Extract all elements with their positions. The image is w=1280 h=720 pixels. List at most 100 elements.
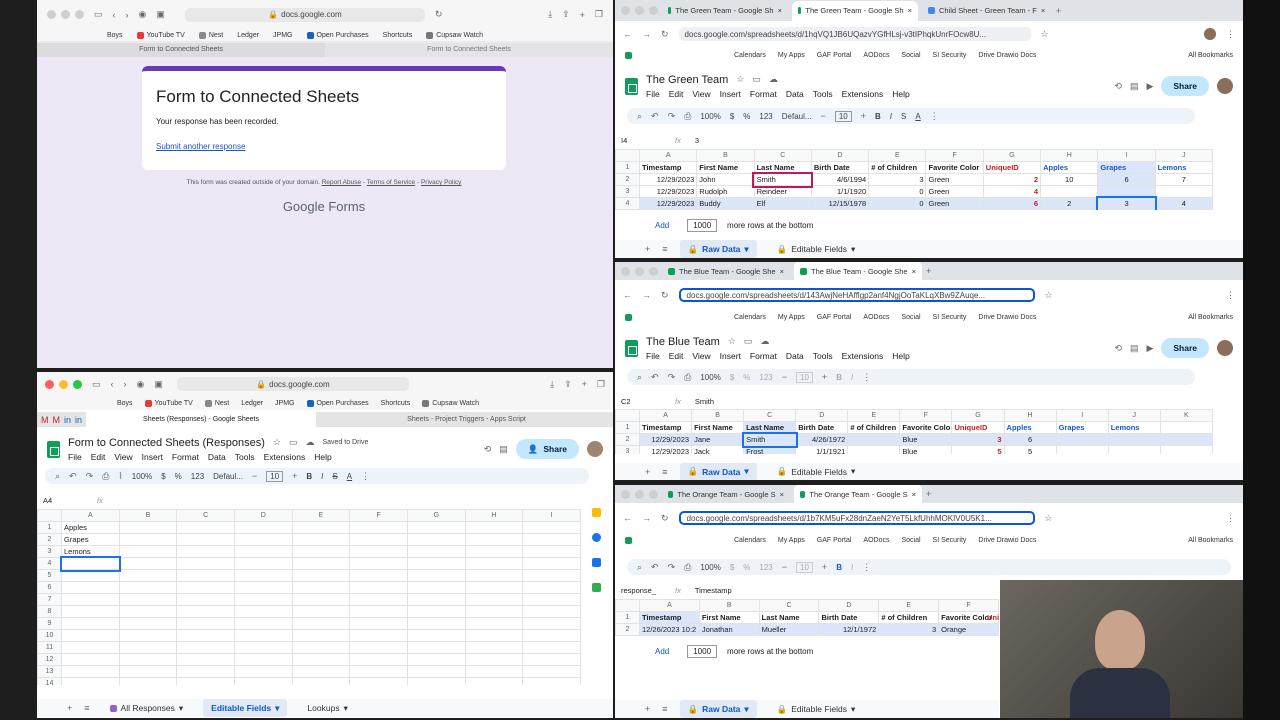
menu-data[interactable]: Data xyxy=(786,89,804,99)
grid-cell[interactable] xyxy=(464,677,524,685)
column-header-d[interactable]: D xyxy=(233,509,293,522)
grid-cell[interactable] xyxy=(406,569,466,582)
grid-cell[interactable]: 4/6/1994 xyxy=(810,173,870,186)
window-controls[interactable] xyxy=(621,6,658,15)
grid-cell[interactable] xyxy=(291,665,351,678)
grid-cell[interactable] xyxy=(522,677,581,685)
header-cell[interactable]: Apples xyxy=(1040,161,1099,174)
grid-cell[interactable] xyxy=(464,629,524,642)
all-bookmarks[interactable]: All Bookmarks xyxy=(1188,314,1233,321)
grid-cell[interactable] xyxy=(176,593,235,606)
bookmark-jpmg[interactable]: JPMG xyxy=(275,400,294,407)
grid-cell[interactable]: 12/29/2023 xyxy=(638,433,693,446)
column-header-g[interactable]: G xyxy=(406,509,466,522)
all-bookmarks[interactable]: All Bookmarks xyxy=(1188,52,1233,59)
sheet-tab-editable-fields[interactable]: Editable Fields ▾ xyxy=(203,699,288,717)
header-cell[interactable] xyxy=(1159,421,1213,434)
grid-cell[interactable]: Green xyxy=(925,185,984,198)
bookmark-youtube-tv[interactable]: YouTube TV xyxy=(144,399,193,407)
star-icon[interactable]: ☆ xyxy=(273,437,281,448)
strike-button[interactable]: S xyxy=(901,112,906,121)
grid-cell[interactable] xyxy=(464,605,524,618)
tab-form-1[interactable]: Form to Connected Sheets xyxy=(37,43,325,57)
column-header-e[interactable]: E xyxy=(868,149,927,162)
move-icon[interactable]: ▭ xyxy=(744,336,753,347)
grid-cell[interactable] xyxy=(176,581,235,594)
header-cell[interactable]: Grapes xyxy=(1055,421,1109,434)
header-cell[interactable]: Last Name xyxy=(743,421,797,434)
row-number[interactable]: 13 xyxy=(37,665,62,678)
tab-apps-script[interactable]: Sheets - Project Triggers - Apps Script xyxy=(320,412,613,427)
column-header-a[interactable]: A xyxy=(638,149,698,162)
gmail-icon[interactable]: M xyxy=(53,415,61,425)
formula-value[interactable]: Smith xyxy=(695,397,714,406)
header-cell[interactable]: # of Children xyxy=(868,161,927,174)
row-number[interactable]: 2 xyxy=(615,433,640,446)
grid-cell[interactable] xyxy=(406,545,466,558)
column-header-j[interactable]: J xyxy=(1107,409,1161,422)
linkedin-icon[interactable]: in xyxy=(64,415,71,425)
grid-cell[interactable]: 3 xyxy=(1095,195,1158,210)
grid-cell[interactable] xyxy=(349,665,408,678)
reload-icon[interactable]: ↻ xyxy=(661,290,669,301)
back-icon[interactable]: ‹ xyxy=(111,379,114,389)
grid-cell[interactable] xyxy=(464,569,524,582)
grid-cell[interactable] xyxy=(349,545,408,558)
grid-cell[interactable]: Jack xyxy=(691,445,745,454)
minus-icon[interactable]: − xyxy=(782,372,787,382)
menu-extensions[interactable]: Extensions xyxy=(842,351,884,361)
header-cell[interactable]: Timestamp xyxy=(638,421,693,434)
font-select[interactable]: Defaul... xyxy=(782,112,812,121)
bookmark-gaf-portal[interactable]: GAF Portal xyxy=(817,52,852,59)
grid-cell[interactable] xyxy=(464,545,524,558)
header-cell[interactable]: Timestamp xyxy=(638,161,698,174)
undo-icon[interactable]: ↶ xyxy=(651,372,659,383)
search-icon[interactable]: ⌕ xyxy=(637,111,642,122)
column-header-c[interactable]: C xyxy=(743,409,797,422)
header-cell[interactable]: First Name xyxy=(698,611,760,624)
bookmark-boys[interactable]: Boys xyxy=(107,32,123,39)
grid-cell[interactable] xyxy=(176,617,235,630)
column-header-a[interactable]: A xyxy=(638,409,693,422)
bookmark-social[interactable]: Social xyxy=(901,52,920,59)
bookmark-ledger[interactable]: Ledger xyxy=(241,400,263,407)
column-header-e[interactable]: E xyxy=(291,509,351,522)
grid-cell[interactable]: Jonathan xyxy=(698,623,760,636)
star-icon[interactable]: ☆ xyxy=(1045,513,1053,524)
bold-button[interactable]: B xyxy=(836,563,842,572)
meet-icon[interactable]: ▶ xyxy=(1146,81,1153,92)
grid-cell[interactable] xyxy=(176,533,235,546)
linkedin-icon[interactable]: in xyxy=(75,415,82,425)
grid-cell[interactable] xyxy=(406,605,466,618)
bookmark-drive-drawio[interactable]: Drive Drawio Docs xyxy=(978,52,1036,59)
window-controls[interactable] xyxy=(47,10,84,19)
grid-cell[interactable] xyxy=(118,581,178,594)
grid-cell[interactable]: 1/1/1921 xyxy=(795,445,849,454)
tab-orange-1[interactable]: The Orange Team - Google S × xyxy=(662,485,790,504)
column-header-b[interactable]: B xyxy=(118,509,178,522)
menu-help[interactable]: Help xyxy=(892,89,909,99)
grid-cell[interactable] xyxy=(61,593,120,606)
sheet-tab-all-responses[interactable]: All Responses ▾ xyxy=(102,699,192,717)
header-cell[interactable]: UniqueID xyxy=(951,421,1005,434)
num-format[interactable]: 123 xyxy=(759,563,772,572)
star-icon[interactable]: ☆ xyxy=(736,74,744,85)
grid-cell[interactable] xyxy=(522,569,581,582)
row-number[interactable]: 7 xyxy=(37,593,62,606)
corner-cell[interactable] xyxy=(615,149,640,162)
font-select[interactable]: Defaul... xyxy=(213,472,243,481)
sheet-tab-editable-fields[interactable]: 🔒 Editable Fields ▾ xyxy=(769,463,864,481)
grid-cell[interactable] xyxy=(522,653,581,666)
grid-cell[interactable] xyxy=(406,629,466,642)
menu-file[interactable]: File xyxy=(646,89,660,99)
header-cell[interactable]: First Name xyxy=(691,421,745,434)
grid-cell[interactable] xyxy=(406,593,466,606)
bookmark-si-security[interactable]: SI Security xyxy=(933,314,967,321)
grid-cell[interactable] xyxy=(406,581,466,594)
all-sheets-icon[interactable]: ≡ xyxy=(662,467,667,477)
menu-data[interactable]: Data xyxy=(786,351,804,361)
grid-cell[interactable] xyxy=(522,521,581,534)
grid-cell[interactable] xyxy=(118,545,178,558)
grid-cell[interactable] xyxy=(522,593,581,606)
share-icon[interactable]: ⇪ xyxy=(564,379,572,390)
